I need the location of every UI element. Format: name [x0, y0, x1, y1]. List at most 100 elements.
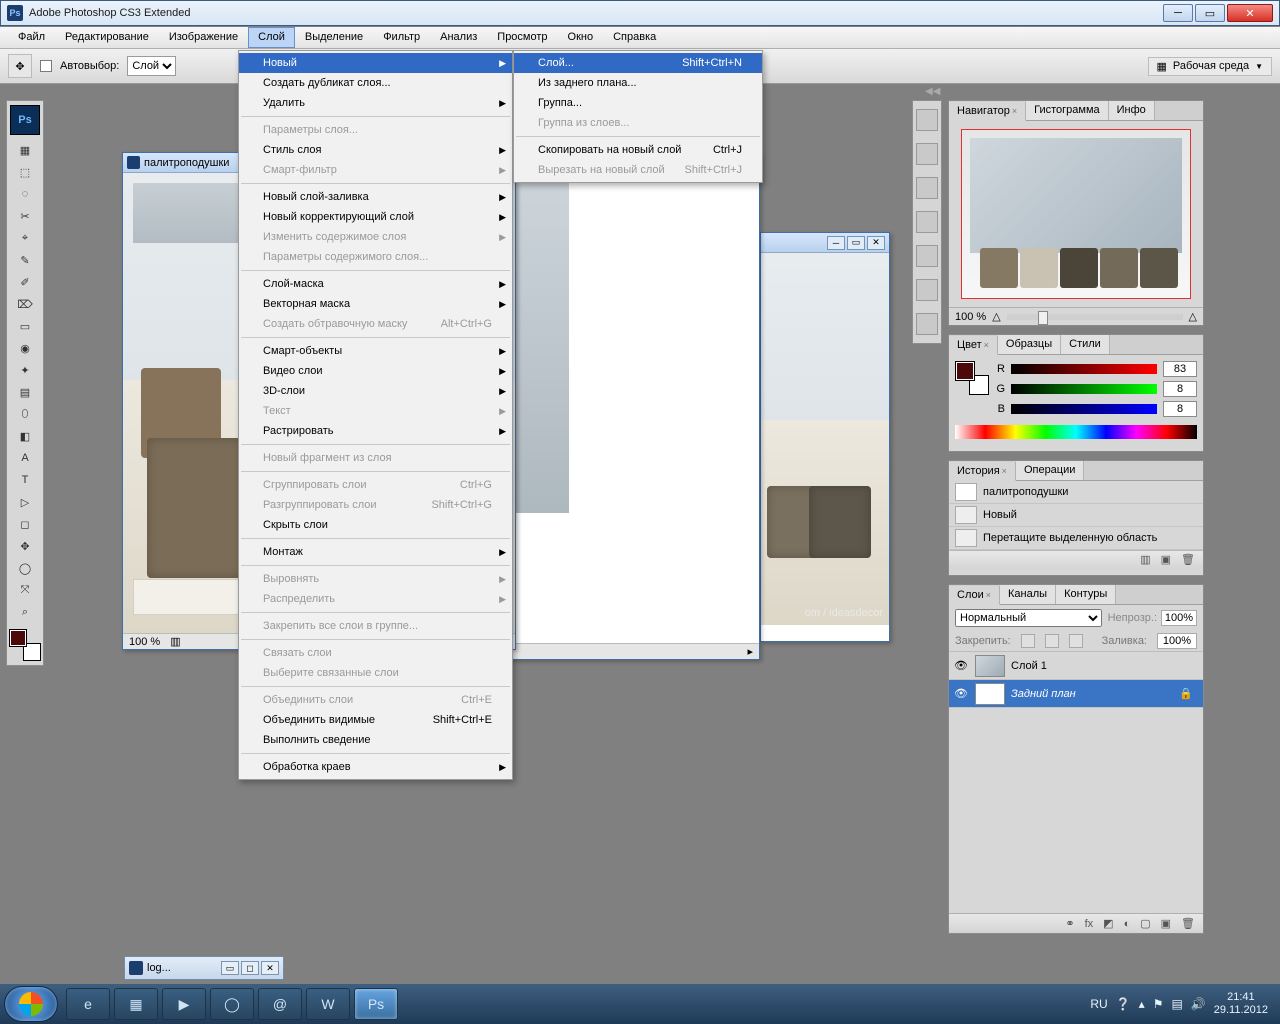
menu-lock-group[interactable]: Закрепить все слои в группе... — [239, 616, 512, 636]
workspace-switcher[interactable]: ▦ Рабочая среда ▼ — [1148, 57, 1273, 76]
tool-heal[interactable]: ✐ — [11, 271, 39, 293]
auto-select-checkbox[interactable] — [40, 60, 52, 72]
mini-close-icon[interactable]: ✕ — [261, 961, 279, 975]
tray-flag-icon[interactable]: ⚑ — [1153, 997, 1164, 1011]
menu-flatten[interactable]: Выполнить сведение — [239, 730, 512, 750]
menu-arrange[interactable]: Монтаж▶ — [239, 542, 512, 562]
menu-clipping[interactable]: Создать обтравочную маскуAlt+Ctrl+G — [239, 314, 512, 334]
blend-mode-dropdown[interactable]: Нормальный — [955, 609, 1102, 627]
tab-channels[interactable]: Каналы — [1000, 585, 1056, 604]
navigator-zoom[interactable]: 100 % — [955, 311, 986, 323]
tool-move[interactable]: ▦ — [11, 139, 39, 161]
menu-layer-mask[interactable]: Слой-маска▶ — [239, 274, 512, 294]
tool-zoom[interactable]: ⌕ — [11, 601, 39, 623]
menu-merge-visible[interactable]: Объединить видимыеShift+Ctrl+E — [239, 710, 512, 730]
red-value[interactable]: 83 — [1163, 361, 1197, 377]
red-slider[interactable] — [1011, 364, 1157, 374]
tool-blur[interactable]: ⬯ — [11, 403, 39, 425]
dock-icon-4[interactable] — [916, 211, 938, 233]
submenu-group-from-layers[interactable]: Группа из слоев... — [514, 113, 762, 133]
dock-icon-7[interactable] — [916, 313, 938, 335]
history-new-doc-icon[interactable]: ▥ — [1140, 553, 1150, 566]
mini-restore-icon[interactable]: ▭ — [221, 961, 239, 975]
tab-histogram[interactable]: Гистограмма — [1026, 101, 1109, 120]
menu-help[interactable]: Справка — [603, 27, 666, 48]
menu-new[interactable]: Новый▶ — [239, 53, 512, 73]
taskbar-word[interactable]: W — [306, 988, 350, 1020]
menu-distribute[interactable]: Распределить▶ — [239, 589, 512, 609]
menu-align[interactable]: Выровнять▶ — [239, 569, 512, 589]
tray-volume-icon[interactable]: 🔊 — [1191, 997, 1206, 1011]
taskbar-media[interactable]: ▶ — [162, 988, 206, 1020]
zoom-out-icon[interactable]: △ — [992, 310, 1000, 323]
menu-view[interactable]: Просмотр — [487, 27, 557, 48]
dock-icon-2[interactable] — [916, 143, 938, 165]
submenu-group[interactable]: Группа... — [514, 93, 762, 113]
menu-content-options[interactable]: Параметры содержимого слоя... — [239, 247, 512, 267]
blue-slider[interactable] — [1011, 404, 1157, 414]
adjustment-layer-icon[interactable]: ◐ — [1124, 918, 1131, 930]
menu-link[interactable]: Связать слои — [239, 643, 512, 663]
menu-rasterize[interactable]: Растрировать▶ — [239, 421, 512, 441]
document-window-back[interactable]: ─ ▭ ✕ om / ideasdecor — [760, 232, 890, 642]
tool-shape[interactable]: ◻ — [11, 513, 39, 535]
close-button[interactable]: ✕ — [1227, 4, 1273, 22]
opacity-input[interactable] — [1161, 610, 1197, 626]
panel-color-swatches[interactable] — [955, 361, 989, 395]
tool-dodge[interactable]: ◧ — [11, 425, 39, 447]
lock-pixels-icon[interactable] — [1021, 634, 1035, 648]
tool-eraser[interactable]: ✦ — [11, 359, 39, 381]
layer-row-1[interactable]: 👁 Слой 1 — [949, 652, 1203, 680]
menu-new-fill[interactable]: Новый слой-заливка▶ — [239, 187, 512, 207]
tab-color[interactable]: Цвет× — [949, 336, 998, 355]
menu-file[interactable]: Файл — [8, 27, 55, 48]
tool-path[interactable]: ▷ — [11, 491, 39, 513]
tab-navigator[interactable]: Навигатор× — [949, 102, 1026, 121]
mini-max-icon[interactable]: ◻ — [241, 961, 259, 975]
doc-zoom[interactable]: 100 % — [129, 636, 160, 648]
zoom-in-icon[interactable]: △ — [1189, 310, 1197, 323]
layer-fx-icon[interactable]: fx — [1085, 918, 1094, 930]
submenu-from-background[interactable]: Из заднего плана... — [514, 73, 762, 93]
submenu-layer-via-copy[interactable]: Скопировать на новый слойCtrl+J — [514, 140, 762, 160]
menu-smart-filter[interactable]: Смарт-фильтр▶ — [239, 160, 512, 180]
menu-new-adjustment[interactable]: Новый корректирующий слой▶ — [239, 207, 512, 227]
tab-actions[interactable]: Операции — [1016, 461, 1084, 480]
current-tool-icon[interactable]: ✥ — [8, 54, 32, 78]
green-slider[interactable] — [1011, 384, 1157, 394]
fill-input[interactable] — [1157, 633, 1197, 649]
taskbar-chrome[interactable]: ◯ — [210, 988, 254, 1020]
menu-text[interactable]: Текст▶ — [239, 401, 512, 421]
menu-merge[interactable]: Объединить слоиCtrl+E — [239, 690, 512, 710]
layer-thumbnail[interactable] — [975, 655, 1005, 677]
tool-wand[interactable]: ✂ — [11, 205, 39, 227]
link-layers-icon[interactable]: ⚭ — [1065, 917, 1074, 930]
menu-filter[interactable]: Фильтр — [373, 27, 430, 48]
tab-layers[interactable]: Слои× — [949, 586, 1000, 605]
tool-marquee[interactable]: ⬚ — [11, 161, 39, 183]
doc-max-icon[interactable]: ▭ — [847, 236, 865, 250]
tray-lang[interactable]: RU — [1090, 997, 1107, 1011]
color-swatches[interactable] — [9, 629, 41, 661]
tool-3d[interactable]: ◯ — [11, 557, 39, 579]
navigator-zoom-slider[interactable] — [1007, 314, 1183, 320]
tool-crop[interactable]: ⌖ — [11, 227, 39, 249]
dock-icon-5[interactable] — [916, 245, 938, 267]
menu-change-content[interactable]: Изменить содержимое слоя▶ — [239, 227, 512, 247]
menu-layer-style[interactable]: Стиль слоя▶ — [239, 140, 512, 160]
menu-smart-objects[interactable]: Смарт-объекты▶ — [239, 341, 512, 361]
blue-value[interactable]: 8 — [1163, 401, 1197, 417]
maximize-button[interactable]: ▭ — [1195, 4, 1225, 22]
menu-vector-mask[interactable]: Векторная маска▶ — [239, 294, 512, 314]
tool-gradient[interactable]: ▤ — [11, 381, 39, 403]
submenu-new-layer[interactable]: Слой...Shift+Ctrl+N — [514, 53, 762, 73]
navigator-thumbnail[interactable] — [961, 129, 1191, 299]
menu-delete[interactable]: Удалить▶ — [239, 93, 512, 113]
menu-group[interactable]: Сгруппировать слоиCtrl+G — [239, 475, 512, 495]
start-button[interactable] — [4, 986, 58, 1022]
delete-layer-icon[interactable]: 🗑 — [1181, 917, 1195, 930]
tab-info[interactable]: Инфо — [1109, 101, 1155, 120]
menu-ungroup[interactable]: Разгруппировать слоиShift+Ctrl+G — [239, 495, 512, 515]
lock-all-icon[interactable] — [1069, 634, 1083, 648]
history-step-1[interactable]: Новый — [949, 504, 1203, 527]
